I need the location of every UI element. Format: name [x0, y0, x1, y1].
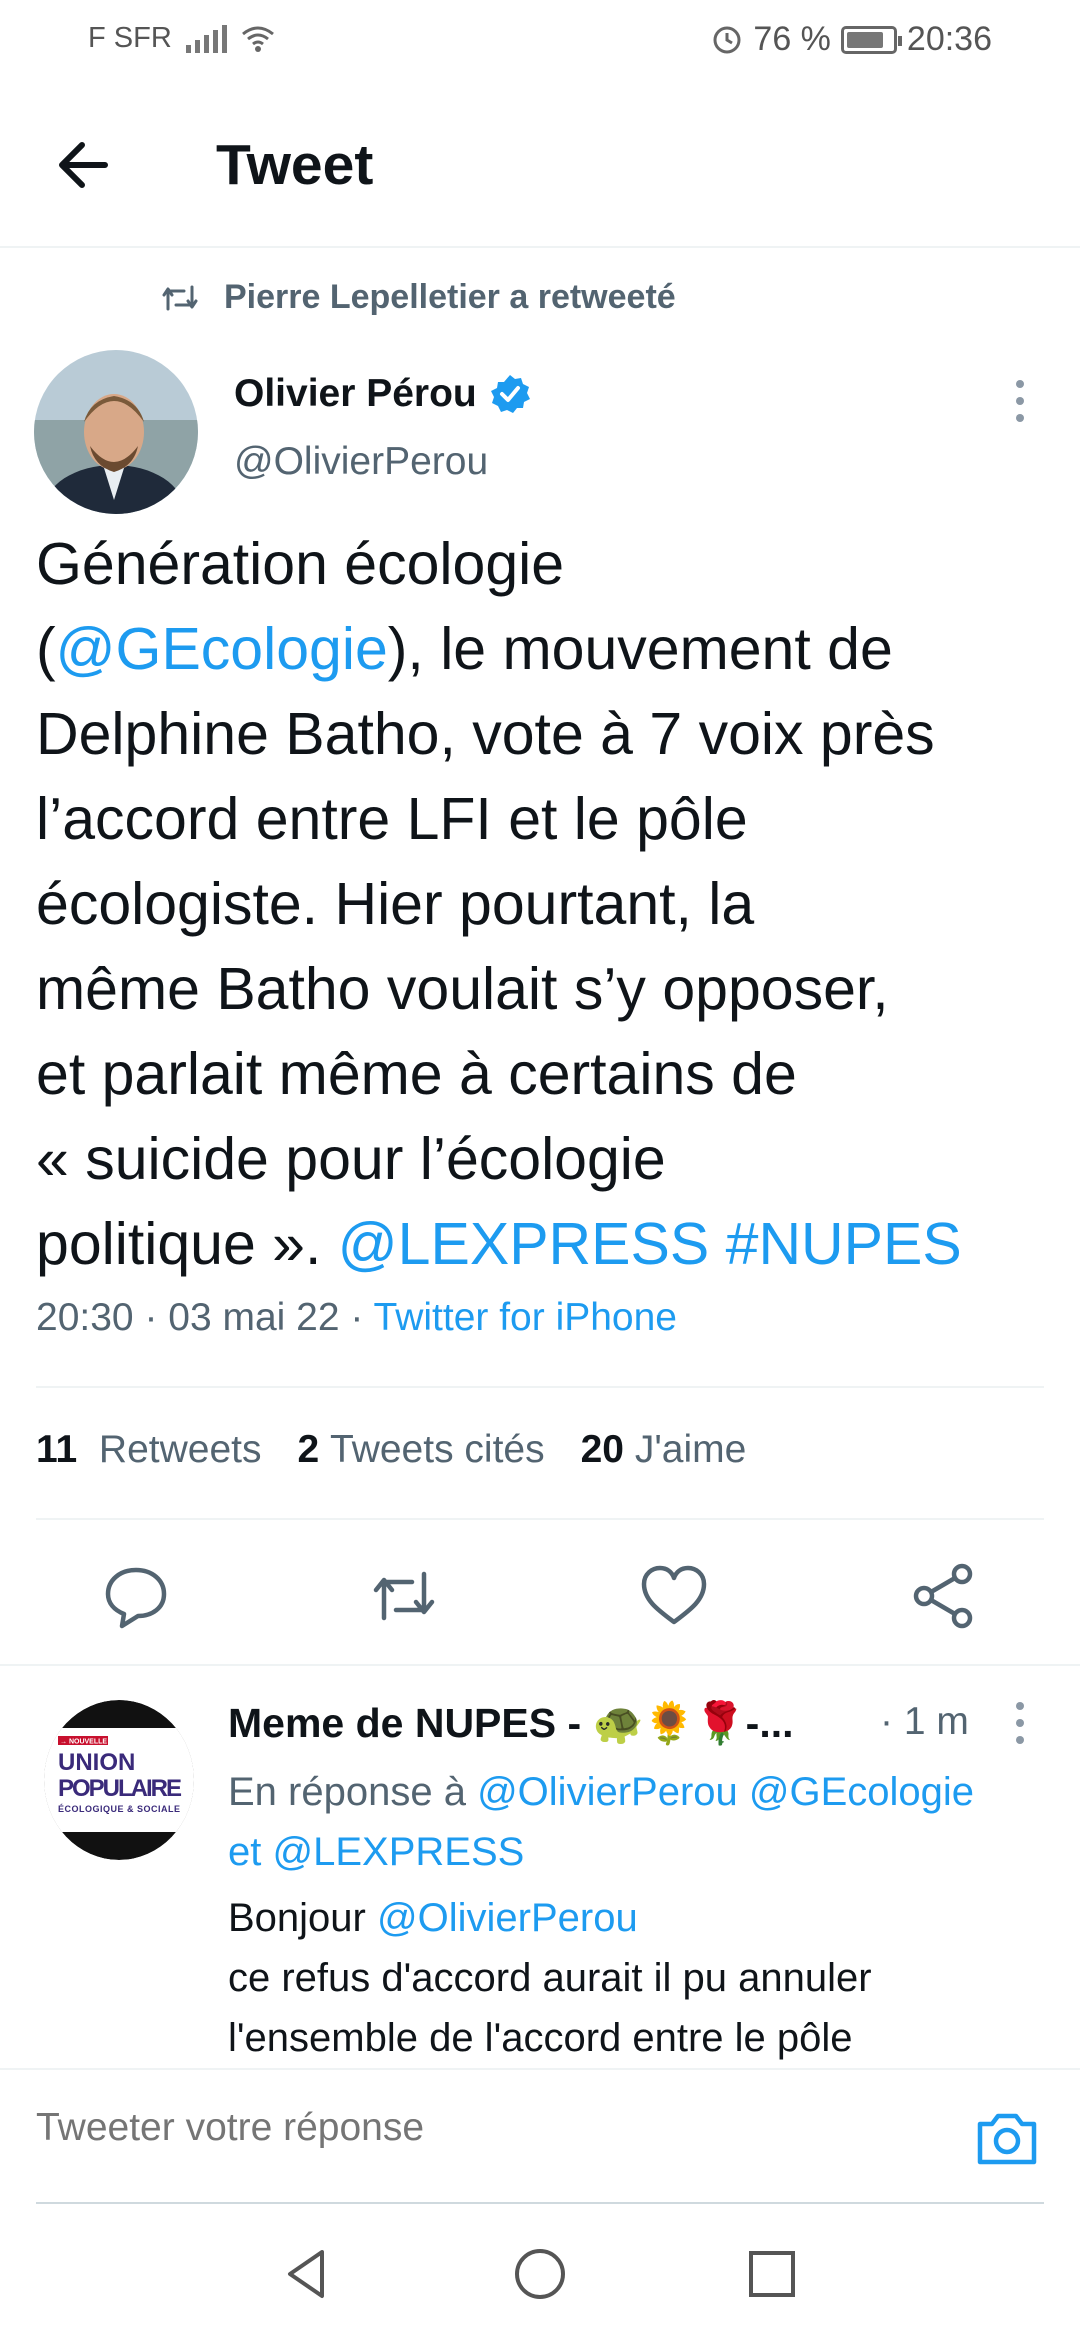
- section-divider: [0, 1664, 1080, 1666]
- reply-author-name[interactable]: Meme de NUPES - 🐢🌻🌹-...: [228, 1700, 794, 1748]
- svg-text:ÉCOLOGIQUE & SOCIALE: ÉCOLOGIQUE & SOCIALE: [58, 1804, 180, 1814]
- reply-text: Bonjour @OlivierPerou ce refus d'accord …: [228, 1888, 1058, 2068]
- top-app-bar: Tweet: [0, 80, 1080, 248]
- clock: 20:36: [906, 20, 992, 58]
- carrier-label: F SFR: [88, 22, 172, 54]
- alarm-icon: [713, 26, 741, 53]
- tweet-text-line: Génération écologie: [36, 531, 565, 597]
- likes-count: 20: [580, 1428, 624, 1471]
- status-bar: F SFR 76 % 20:36: [0, 0, 1080, 80]
- retweeted-by[interactable]: Pierre Lepelletier a retweeté: [160, 278, 676, 317]
- wifi-icon: [241, 26, 274, 52]
- likes-label: J'aime: [634, 1428, 747, 1471]
- battery-percent: 76 %: [753, 20, 831, 58]
- reply-to-context: En réponse à @OlivierPerou @GEcologie et…: [228, 1762, 1058, 1882]
- tweet-action-bar: [0, 1550, 1080, 1640]
- retweet-icon[interactable]: [368, 1560, 440, 1632]
- like-heart-icon[interactable]: [638, 1560, 710, 1632]
- nav-recents-icon[interactable]: [742, 2244, 802, 2304]
- quotes-label: Tweets cités: [330, 1428, 545, 1471]
- tweet-text-line: l’accord entre LFI et le pôle: [36, 786, 748, 852]
- svg-text:UNION: UNION: [58, 1749, 135, 1776]
- tweet-text-line: même Batho voulait s’y opposer,: [36, 956, 889, 1022]
- tweet-text-fragment: politique ».: [36, 1211, 338, 1277]
- divider: [36, 1518, 1044, 1520]
- author-avatar[interactable]: [34, 350, 198, 514]
- retweets-stat[interactable]: 11 Retweets: [36, 1428, 261, 1472]
- system-navigation-bar: [0, 2204, 1080, 2340]
- tweet-text-line: écologiste. Hier pourtant, la: [36, 871, 755, 937]
- mention-lexpress[interactable]: @LEXPRESS: [338, 1211, 709, 1277]
- tweet-stats: 11 Retweets 2 Tweets cités 20 J'aime: [36, 1428, 746, 1472]
- tweet-date: 03 mai 22: [168, 1296, 340, 1339]
- battery-icon: [840, 25, 902, 54]
- retweets-label: Retweets: [98, 1428, 262, 1471]
- likes-stat[interactable]: 20 J'aime: [581, 1428, 747, 1472]
- reply-icon[interactable]: [100, 1560, 172, 1632]
- back-arrow-icon[interactable]: [50, 130, 120, 200]
- tweet-text-fragment: (: [36, 616, 56, 682]
- reply-compose-bar: [0, 2068, 1080, 2205]
- reply-input[interactable]: [36, 2106, 936, 2150]
- svg-text:→ NOUVELLE: → NOUVELLE: [60, 1739, 107, 1746]
- author-name-text: Olivier Pérou: [234, 372, 477, 415]
- share-icon[interactable]: [908, 1560, 980, 1632]
- tweet-source-link[interactable]: Twitter for iPhone: [374, 1296, 677, 1339]
- reply-greeting: Bonjour: [228, 1896, 366, 1940]
- quotes-stat[interactable]: 2 Tweets cités: [297, 1428, 544, 1472]
- reply-mention-olivierperou[interactable]: @OlivierPerou: [477, 1770, 738, 1814]
- tweet-text: Génération écologie (@GEcologie), le mou…: [36, 522, 1056, 1287]
- reply-to-and: et: [228, 1830, 262, 1874]
- page-title: Tweet: [216, 133, 374, 197]
- tweet-text-line: et parlait même à certains de: [36, 1041, 797, 1107]
- tweet-text-line: Delphine Batho, vote à 7 voix près: [36, 701, 935, 767]
- reply-time: · 1 m: [880, 1700, 969, 1743]
- author-handle[interactable]: @OlivierPerou: [234, 440, 488, 484]
- svg-text:POPULAIRE: POPULAIRE: [58, 1775, 182, 1802]
- more-options-icon[interactable]: [1010, 376, 1030, 426]
- verified-badge-icon: [490, 375, 530, 413]
- tweet-text-line: « suicide pour l’écologie: [36, 1126, 666, 1192]
- divider: [36, 1386, 1044, 1388]
- tweet-time: 20:30: [36, 1296, 134, 1339]
- status-left: F SFR: [88, 22, 275, 55]
- author-name[interactable]: Olivier Pérou: [234, 372, 531, 416]
- nav-back-icon[interactable]: [278, 2244, 338, 2304]
- reply-text-line: l'ensemble de l'accord entre le pôle: [228, 2016, 853, 2060]
- reply-mention-lexpress[interactable]: @LEXPRESS: [272, 1830, 524, 1874]
- signal-icon: [185, 24, 227, 53]
- reply-author-avatar[interactable]: → NOUVELLE UNION POPULAIRE ÉCOLOGIQUE & …: [44, 1700, 194, 1860]
- reply-mention-gecologie[interactable]: @GEcologie: [749, 1770, 974, 1814]
- mention-gecologie[interactable]: @GEcologie: [56, 616, 388, 682]
- reply-more-options-icon[interactable]: [1010, 1698, 1030, 1748]
- camera-icon[interactable]: [974, 2108, 1040, 2168]
- hashtag-nupes[interactable]: #NUPES: [726, 1211, 962, 1277]
- reply-to-prefix: En réponse à: [228, 1770, 466, 1814]
- status-right: 76 % 20:36: [711, 20, 992, 59]
- nav-home-icon[interactable]: [510, 2244, 570, 2304]
- tweet-text-fragment: ), le mouvement de: [387, 616, 893, 682]
- reply-text-line: ce refus d'accord aurait il pu annuler: [228, 1956, 872, 2000]
- retweets-count: 11: [36, 1428, 78, 1471]
- reply-text-mention[interactable]: @OlivierPerou: [377, 1896, 638, 1940]
- retweeted-by-label: Pierre Lepelletier a retweeté: [224, 278, 676, 316]
- retweet-small-icon: [162, 285, 198, 310]
- quotes-count: 2: [297, 1428, 320, 1471]
- tweet-timestamp: 20:30 · 03 mai 22 · Twitter for iPhone: [36, 1296, 677, 1339]
